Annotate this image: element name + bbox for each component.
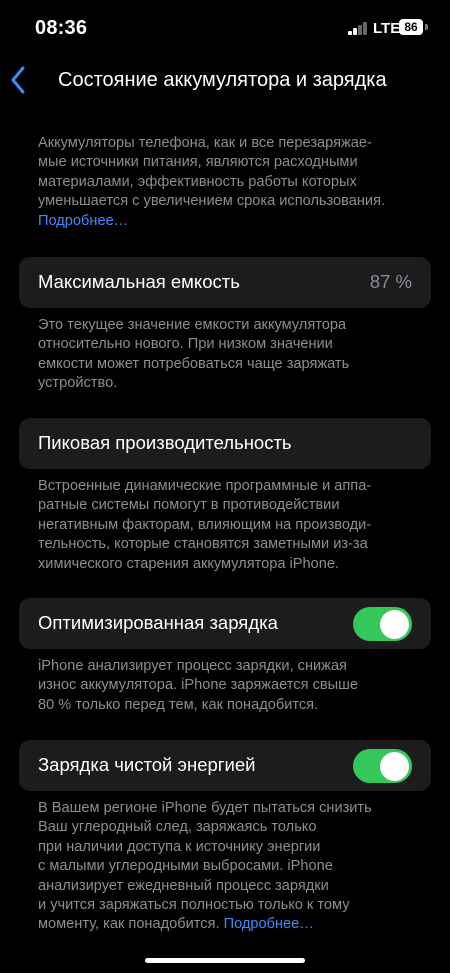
intro-line: Аккумуляторы телефона, как и все перезар…	[38, 135, 372, 151]
max-capacity-value: 87 %	[369, 271, 412, 292]
clean-energy-footer: В Вашем регионе iPhone будет пытаться сн…	[38, 799, 418, 935]
footer-line: ратные системы помогут в противодействии	[38, 497, 340, 514]
footer-line: Ваш углеродный след, заряжаясь только	[38, 819, 317, 836]
footer-line: емкости может потребоваться чаще заряжат…	[38, 355, 350, 372]
footer-line: тельность, которые становятся заметными …	[38, 536, 368, 553]
learn-more-link[interactable]: Подробнее…	[38, 212, 418, 231]
footer-line: при наличии доступа к источнику энергии	[38, 838, 321, 855]
optimized-charging-footer: iPhone анализирует процесс зарядки, сниж…	[38, 657, 418, 715]
optimized-charging-row: Оптимизированная зарядка	[19, 598, 431, 649]
footer-line: относительно нового. При низком значении	[38, 336, 333, 353]
clean-energy-label: Зарядка чистой энергией	[38, 754, 256, 775]
footer-line: Встроенные динамические программные и ап…	[38, 478, 372, 494]
max-capacity-row: Максимальная емкость 87 %	[19, 257, 431, 308]
footer-line-last: моменту, как понадобится. Подробнее…	[38, 915, 418, 934]
footer-line: анализирует ежедневный процесс зарядки	[38, 877, 329, 894]
peak-performance-label: Пиковая производительность	[38, 432, 292, 453]
intro-line: уменьшается с увеличением срока использо…	[38, 193, 386, 210]
battery-level: 86	[404, 20, 418, 34]
home-indicator[interactable]	[145, 958, 305, 963]
footer-line: с малыми углеродными выбросами. iPhone	[38, 858, 333, 875]
toggle-knob	[380, 751, 409, 781]
peak-performance-row[interactable]: Пиковая производительность	[19, 418, 431, 469]
page-title: Состояние аккумулятора и зарядка	[58, 69, 387, 91]
optimized-charging-toggle[interactable]	[353, 607, 412, 641]
toggle-knob	[380, 609, 409, 639]
clean-energy-row: Зарядка чистой энергией	[19, 740, 431, 791]
footer-line: химического старения аккумулятора iPhone…	[38, 555, 340, 572]
intro-line: материалами, эффективность работы которы…	[38, 173, 357, 190]
footer-line: iPhone анализирует процесс зарядки, сниж…	[38, 658, 347, 674]
cellular-signal-icon	[348, 22, 368, 35]
intro-text: Аккумуляторы телефона, как и все перезар…	[38, 134, 418, 231]
max-capacity-footer: Это текущее значение емкости аккумулятор…	[38, 316, 418, 394]
clean-energy-toggle[interactable]	[353, 749, 412, 783]
footer-line: В Вашем регионе iPhone будет пытаться сн…	[38, 800, 372, 816]
footer-line: Это текущее значение емкости аккумулятор…	[38, 317, 347, 333]
max-capacity-label: Максимальная емкость	[38, 271, 240, 292]
network-type: LTE	[373, 20, 401, 37]
status-time: 08:36	[35, 17, 88, 39]
footer-line: 80 % только перед тем, как понадобится.	[38, 696, 319, 713]
footer-line: негативным факторам, влияющим на произво…	[38, 516, 372, 533]
battery-icon: 86	[399, 19, 423, 35]
peak-performance-footer: Встроенные динамические программные и ап…	[38, 477, 418, 574]
footer-line: и учится заряжаться полностью только к т…	[38, 897, 350, 914]
footer-line: устройство.	[38, 375, 118, 392]
battery-cap	[425, 24, 428, 30]
clean-energy-learn-more-link[interactable]: Подробнее…	[224, 916, 314, 932]
nav-bar: Состояние аккумулятора и зарядка	[0, 60, 450, 104]
intro-line: мые источники питания, являются расходны…	[38, 154, 358, 171]
status-bar: 08:36 LTE 86	[0, 0, 450, 56]
footer-line: износ аккумулятора. iPhone заряжается св…	[38, 677, 358, 694]
chevron-left-icon[interactable]	[10, 65, 26, 95]
optimized-charging-label: Оптимизированная зарядка	[38, 612, 278, 633]
footer-line-text: моменту, как понадобится.	[38, 916, 220, 933]
